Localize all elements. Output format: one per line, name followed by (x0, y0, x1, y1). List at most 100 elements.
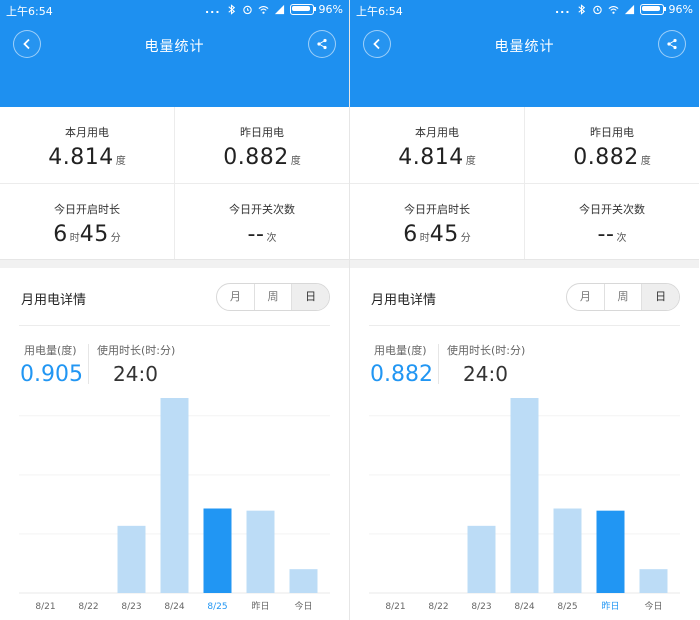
stat-value: 0.882 度 (175, 145, 349, 170)
stat-label: 今日开关次数 (229, 203, 295, 216)
stat-number: -- (247, 222, 265, 247)
x-tick-label[interactable]: 8/25 (207, 602, 227, 612)
stat-label: 本月用电 (65, 126, 109, 139)
cell-signal-icon (274, 4, 284, 15)
usage-detail-card: 月用电详情 月 周 日 用电量(度) 0.905 使用时长(时:分) 24:0 … (0, 268, 349, 620)
stat-hours: 6 (53, 222, 68, 247)
stat-unit: 度 (640, 156, 651, 167)
x-tick-label[interactable]: 8/25 (557, 602, 577, 612)
wifi-icon (258, 5, 268, 14)
status-bar: 上午6:54 ... 96% (0, 0, 349, 20)
page-title: 电量统计 (494, 39, 555, 55)
x-tick-label[interactable]: 8/24 (514, 602, 534, 612)
stat-today-switches: 今日开关次数 -- 次 (525, 184, 699, 260)
x-tick-label[interactable]: 8/22 (428, 602, 448, 612)
stat-value: 6 时45 分 (0, 222, 174, 247)
share-button[interactable] (658, 30, 686, 58)
x-tick-label[interactable]: 今日 (644, 600, 662, 612)
nav-bar: 电量统计 (0, 26, 349, 62)
stat-hours: 6 (403, 222, 418, 247)
battery-percent: 96% (318, 3, 343, 16)
phone-screen-left: 上午6:54 ... 96% 电量统计 本月用电 4.814 度 昨日用电 0.… (0, 0, 349, 620)
stat-unit: 度 (465, 156, 476, 167)
page-title: 电量统计 (144, 39, 205, 55)
app-header: 上午6:54 ... 96% 电量统计 (350, 0, 699, 107)
chart-bar[interactable] (203, 508, 232, 594)
stat-number: -- (597, 222, 615, 247)
stat-label: 今日开启时长 (404, 203, 470, 216)
stat-month-usage: 本月用电 4.814 度 (0, 107, 175, 184)
stat-label: 今日开启时长 (54, 203, 120, 216)
alarm-icon (242, 5, 252, 15)
x-tick-label[interactable]: 8/24 (164, 602, 184, 612)
chart-bar[interactable] (246, 510, 275, 593)
stats-grid: 本月用电 4.814 度 昨日用电 0.882 度 今日开启时长 6 时45 分 今日开… (0, 107, 349, 260)
stat-label: 昨日用电 (240, 126, 284, 139)
x-tick-label[interactable]: 8/23 (121, 602, 141, 612)
stat-minutes: 45 (429, 222, 459, 247)
daily-usage-chart: 8/21 8/22 8/23 8/24 8/25 昨日 今日 (369, 398, 680, 612)
stat-unit: 度 (290, 156, 301, 167)
chart-bar[interactable] (117, 525, 146, 593)
status-icons: ... 96% (205, 3, 343, 16)
status-icons: ... 96% (555, 3, 693, 16)
usage-detail-card: 月用电详情 月 周 日 用电量(度) 0.882 使用时长(时:分) 24:0 … (350, 268, 699, 620)
stat-value: -- 次 (525, 222, 699, 247)
screenshot-pair: 上午6:54 ... 96% 电量统计 本月用电 4.814 度 昨日用电 0.… (0, 0, 700, 620)
bluetooth-icon (227, 4, 235, 15)
x-tick-label[interactable]: 8/23 (471, 602, 491, 612)
stat-unit: 分 (460, 233, 471, 244)
status-dots: ... (555, 3, 571, 16)
share-button[interactable] (308, 30, 336, 58)
stats-grid: 本月用电 4.814 度 昨日用电 0.882 度 今日开启时长 6 时45 分 今日开… (350, 107, 699, 260)
status-time: 上午6:54 (6, 5, 53, 18)
x-tick-label[interactable]: 昨日 (601, 600, 619, 612)
nav-bar: 电量统计 (350, 26, 699, 62)
stat-yesterday-usage: 昨日用电 0.882 度 (175, 107, 349, 184)
status-dots: ... (205, 3, 221, 16)
stat-unit: 时 (419, 233, 430, 244)
battery-percent: 96% (668, 3, 693, 16)
stat-unit: 次 (266, 233, 277, 244)
x-tick-label[interactable]: 8/22 (78, 602, 98, 612)
chart-bar[interactable] (596, 510, 625, 593)
stat-number: 0.882 (573, 145, 639, 170)
chart-bar[interactable] (289, 569, 318, 593)
stat-today-duration: 今日开启时长 6 时45 分 (0, 184, 175, 260)
chart-bar[interactable] (553, 508, 582, 594)
battery-icon (639, 4, 666, 15)
stat-minutes: 45 (79, 222, 109, 247)
battery-icon (289, 4, 316, 15)
section-gap (0, 259, 349, 268)
share-icon (667, 38, 677, 50)
chart-bar[interactable] (467, 525, 496, 593)
chart-bar[interactable] (510, 398, 539, 593)
stat-unit: 分 (110, 233, 121, 244)
stat-value: 4.814 度 (350, 145, 524, 170)
stat-today-duration: 今日开启时长 6 时45 分 (350, 184, 525, 260)
wifi-icon (608, 5, 618, 14)
x-tick-label[interactable]: 今日 (294, 600, 312, 612)
stat-value: 0.882 度 (525, 145, 699, 170)
status-bar: 上午6:54 ... 96% (350, 0, 699, 20)
chart-bar[interactable] (639, 569, 668, 593)
stat-value: -- 次 (175, 222, 349, 247)
app-header: 上午6:54 ... 96% 电量统计 (0, 0, 349, 107)
chart-bar[interactable] (160, 398, 189, 593)
status-time: 上午6:54 (356, 5, 403, 18)
x-tick-label[interactable]: 昨日 (251, 600, 269, 612)
alarm-icon (592, 5, 602, 15)
bluetooth-icon (577, 4, 585, 15)
x-tick-label[interactable]: 8/21 (35, 602, 55, 612)
stat-value: 6 时45 分 (350, 222, 524, 247)
stat-label: 昨日用电 (590, 126, 634, 139)
cell-signal-icon (624, 4, 634, 15)
x-tick-label[interactable]: 8/21 (385, 602, 405, 612)
daily-usage-chart: 8/21 8/22 8/23 8/24 8/25 昨日 今日 (19, 398, 330, 612)
stat-month-usage: 本月用电 4.814 度 (350, 107, 525, 184)
stat-number: 4.814 (398, 145, 464, 170)
stat-unit: 时 (69, 233, 80, 244)
stat-yesterday-usage: 昨日用电 0.882 度 (525, 107, 699, 184)
stat-number: 0.882 (223, 145, 289, 170)
stat-unit: 度 (115, 156, 126, 167)
